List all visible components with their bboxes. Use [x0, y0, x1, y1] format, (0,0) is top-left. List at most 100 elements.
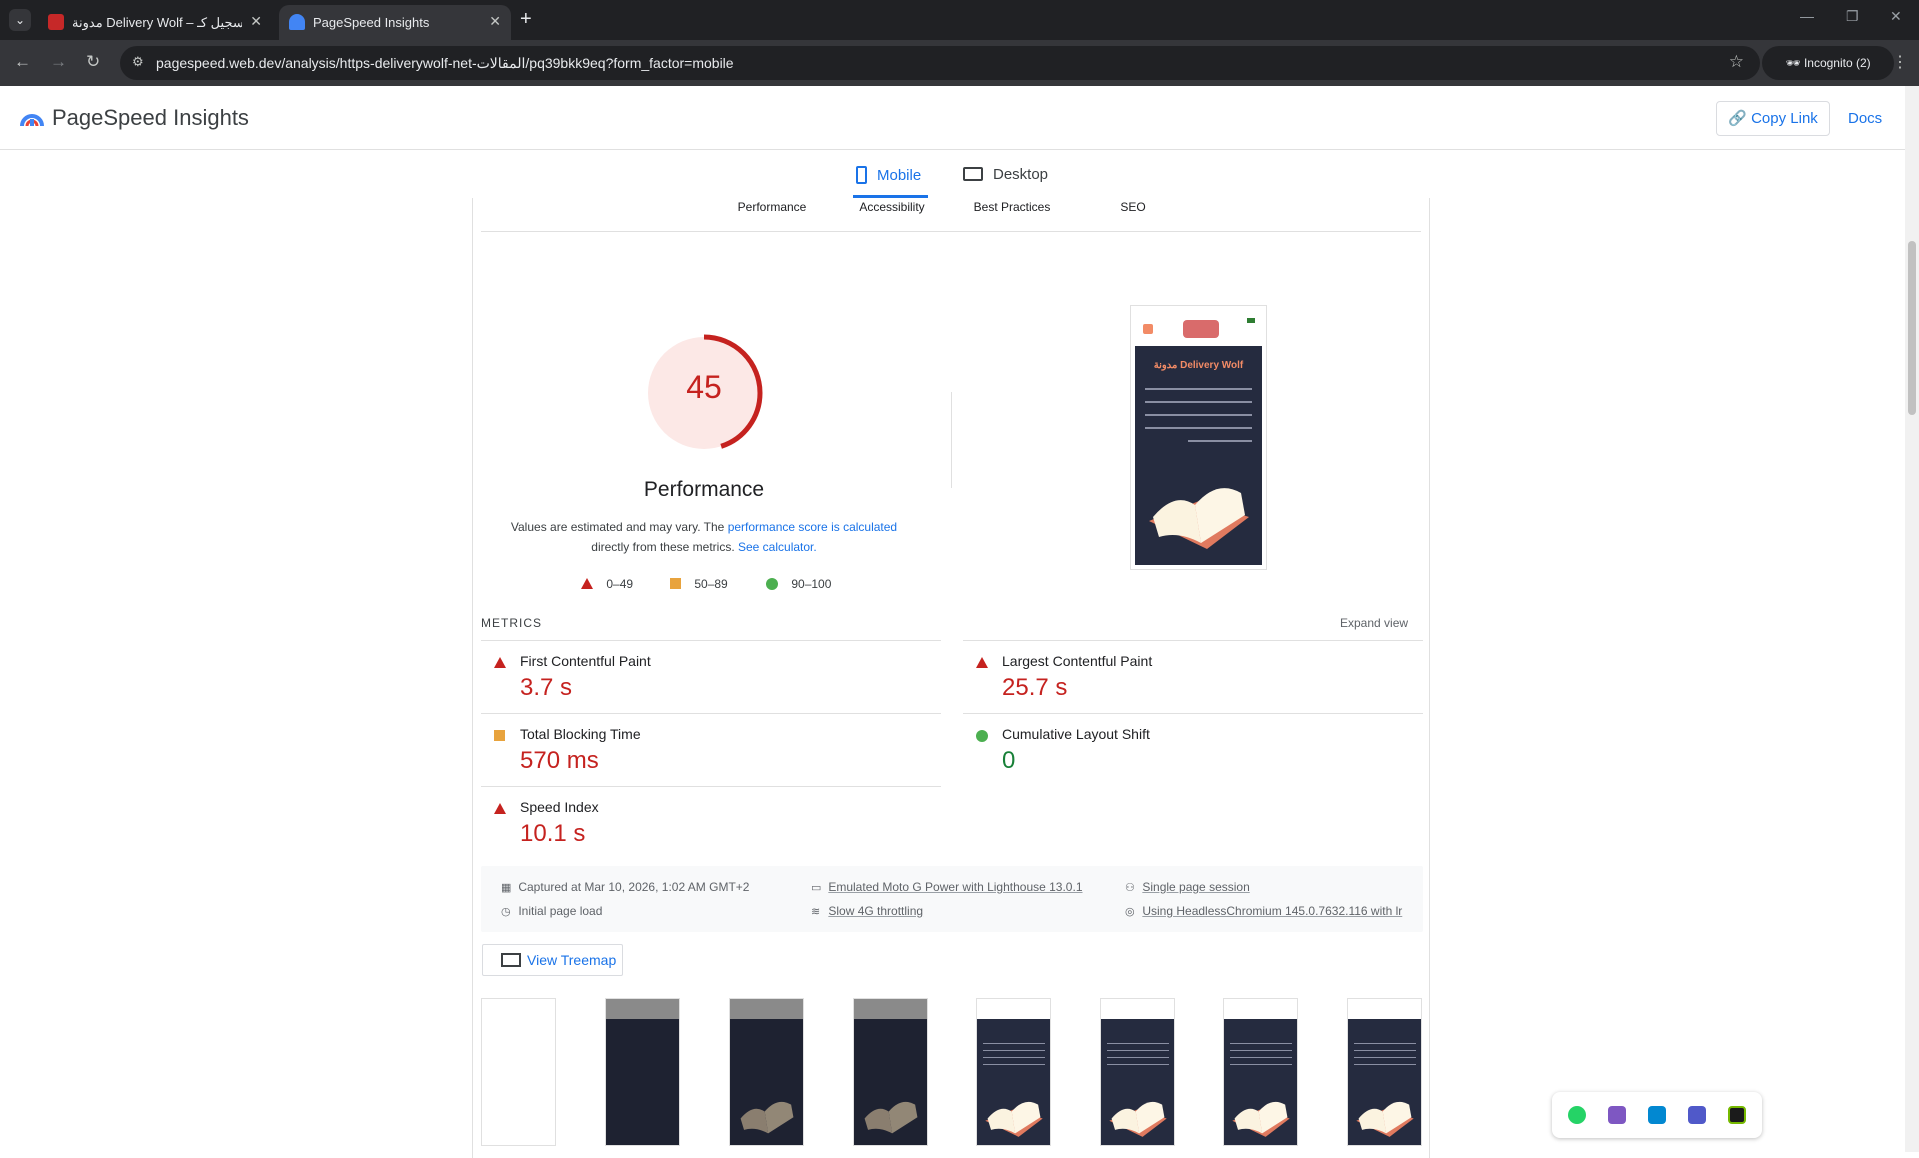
minimize-icon[interactable]: —	[1800, 8, 1814, 24]
calendar-icon: ▦	[501, 882, 512, 894]
forward-arrow-icon[interactable]: →	[50, 52, 67, 72]
site-title: مدونة Delivery Wolf	[1153, 360, 1244, 371]
calendar-app-icon[interactable]	[1648, 1106, 1666, 1124]
metric-value: 3.7 s	[520, 674, 573, 701]
site-info-icon[interactable]: ⚙	[132, 54, 144, 70]
nvidia-icon[interactable]	[1728, 1106, 1746, 1124]
treemap-label: View Treemap	[527, 952, 617, 968]
app-title[interactable]: PageSpeed Insights	[52, 105, 249, 131]
timer-icon: ◷	[501, 906, 511, 918]
tab-accessibility[interactable]: Accessibility	[847, 200, 937, 214]
see-calculator-link[interactable]: See calculator.	[738, 540, 817, 554]
filmstrip-frame	[605, 998, 680, 1146]
open-book-icon	[1356, 1101, 1414, 1137]
open-book-icon	[985, 1101, 1043, 1137]
close-window-icon[interactable]: ✕	[1890, 8, 1902, 25]
legend-fail: 0–49	[581, 577, 633, 591]
incognito-label: Incognito (2)	[1803, 56, 1871, 70]
site-text-lines	[1145, 388, 1252, 453]
frame-top	[730, 999, 803, 1019]
filmstrip-frame	[853, 998, 928, 1146]
laptop-icon	[963, 167, 983, 181]
close-icon[interactable]: ✕	[250, 13, 262, 30]
incognito-icon: 🕶	[1785, 56, 1804, 70]
metric-label: First Contentful Paint	[520, 653, 651, 669]
pen-icon[interactable]	[1608, 1106, 1626, 1124]
pagespeed-logo-icon[interactable]	[20, 106, 44, 130]
devices-icon: ▭	[811, 882, 822, 894]
view-treemap-button[interactable]: View Treemap	[482, 944, 623, 976]
page-scrollbar[interactable]	[1905, 86, 1919, 1152]
metric-value: 570 ms	[520, 747, 599, 774]
run-info-panel: ▦ Captured at Mar 10, 2026, 1:02 AM GMT+…	[481, 866, 1423, 932]
docs-link[interactable]: Docs	[1848, 110, 1882, 127]
tab-best-practices[interactable]: Best Practices	[962, 200, 1062, 214]
frame-body	[606, 1019, 679, 1145]
new-tab-plus-icon[interactable]: +	[520, 8, 532, 31]
reload-icon[interactable]: ↻	[86, 52, 100, 72]
tab-desktop[interactable]: Desktop	[963, 166, 1048, 183]
restore-icon[interactable]: ❐	[1846, 8, 1859, 25]
pagespeed-favicon-icon	[289, 14, 305, 30]
fail-triangle-icon	[494, 803, 506, 814]
filmstrip-frame	[976, 998, 1051, 1146]
frame-top	[1348, 999, 1421, 1019]
browser-text: Using HeadlessChromium 145.0.7632.116 wi…	[1142, 904, 1403, 918]
captured-info: ▦ Captured at Mar 10, 2026, 1:02 AM GMT+…	[501, 880, 749, 894]
desc-text-1: Values are estimated and may vary. The	[510, 520, 725, 534]
scrollbar-thumb[interactable]	[1908, 241, 1916, 415]
tab-mobile-label: Mobile	[877, 167, 922, 184]
frame-top	[606, 999, 679, 1019]
legend-pass: 90–100	[766, 577, 831, 591]
throttling-text: Slow 4G throttling	[828, 904, 924, 918]
people-icon: ⚇	[1125, 882, 1135, 894]
back-arrow-icon[interactable]: ←	[14, 52, 31, 72]
metric-cls: Cumulative Layout Shift 0	[963, 713, 1423, 786]
tab-seo[interactable]: SEO	[1093, 200, 1173, 214]
flag-icon	[1247, 318, 1255, 323]
tab-mobile[interactable]: Mobile	[856, 166, 921, 184]
address-bar[interactable]: ⚙ pagespeed.web.dev/analysis/https-deliv…	[120, 46, 1760, 80]
tab-label: PageSpeed Insights	[313, 15, 430, 30]
incognito-badge[interactable]: 🕶 Incognito (2)	[1762, 46, 1894, 80]
metric-label: Cumulative Layout Shift	[1002, 726, 1150, 742]
tab-search-chevron-icon[interactable]: ⌄	[9, 9, 31, 31]
phone-icon	[856, 166, 867, 184]
device-text: Emulated Moto G Power with Lighthouse 13…	[828, 880, 1083, 894]
chrome-icon: ◎	[1125, 906, 1135, 918]
tab-delivery-wolf[interactable]: مدونة Delivery Wolf – تسجيل كـ ✕	[38, 5, 272, 40]
whatsapp-icon[interactable]	[1568, 1106, 1586, 1124]
close-icon[interactable]: ✕	[489, 13, 501, 30]
throttling-info[interactable]: ≋ Slow 4G throttling	[811, 904, 923, 918]
site-logo-icon	[1183, 320, 1219, 338]
fail-triangle-icon	[581, 578, 593, 589]
average-square-icon	[494, 730, 505, 741]
pass-circle-icon	[766, 578, 778, 590]
fail-triangle-icon	[494, 657, 506, 668]
desc-text-2: directly from these metrics.	[591, 540, 735, 554]
frame-text-lines	[983, 1043, 1045, 1071]
filmstrip-frame	[1223, 998, 1298, 1146]
copy-link-button[interactable]: 🔗 Copy Link	[1716, 101, 1830, 136]
session-info[interactable]: ⚇ Single page session	[1125, 880, 1250, 894]
teams-icon[interactable]	[1688, 1106, 1706, 1124]
device-info[interactable]: ▭ Emulated Moto G Power with Lighthouse …	[811, 880, 1083, 894]
frame-top	[854, 999, 927, 1019]
more-menu-icon[interactable]: ⋮	[1892, 52, 1908, 72]
bookmark-star-icon[interactable]: ☆	[1729, 52, 1744, 72]
expand-view-toggle[interactable]: Expand view	[1340, 616, 1408, 630]
tab-performance[interactable]: Performance	[727, 200, 817, 214]
treemap-icon	[501, 953, 521, 967]
open-book-icon	[740, 1101, 794, 1134]
filmstrip-frame	[1347, 998, 1422, 1146]
score-calculated-link[interactable]: performance score is calculated	[728, 520, 897, 534]
metric-si: Speed Index 10.1 s	[481, 786, 941, 859]
final-screenshot[interactable]: مدونة Delivery Wolf	[1130, 305, 1267, 570]
pass-circle-icon	[976, 730, 988, 742]
open-book-icon	[1109, 1101, 1167, 1137]
filmstrip-frame	[729, 998, 804, 1146]
metric-label: Speed Index	[520, 799, 599, 815]
site-menu-icon	[1143, 324, 1153, 334]
browser-info[interactable]: ◎ Using HeadlessChromium 145.0.7632.116 …	[1125, 904, 1402, 918]
tab-pagespeed[interactable]: PageSpeed Insights ✕	[279, 5, 511, 40]
